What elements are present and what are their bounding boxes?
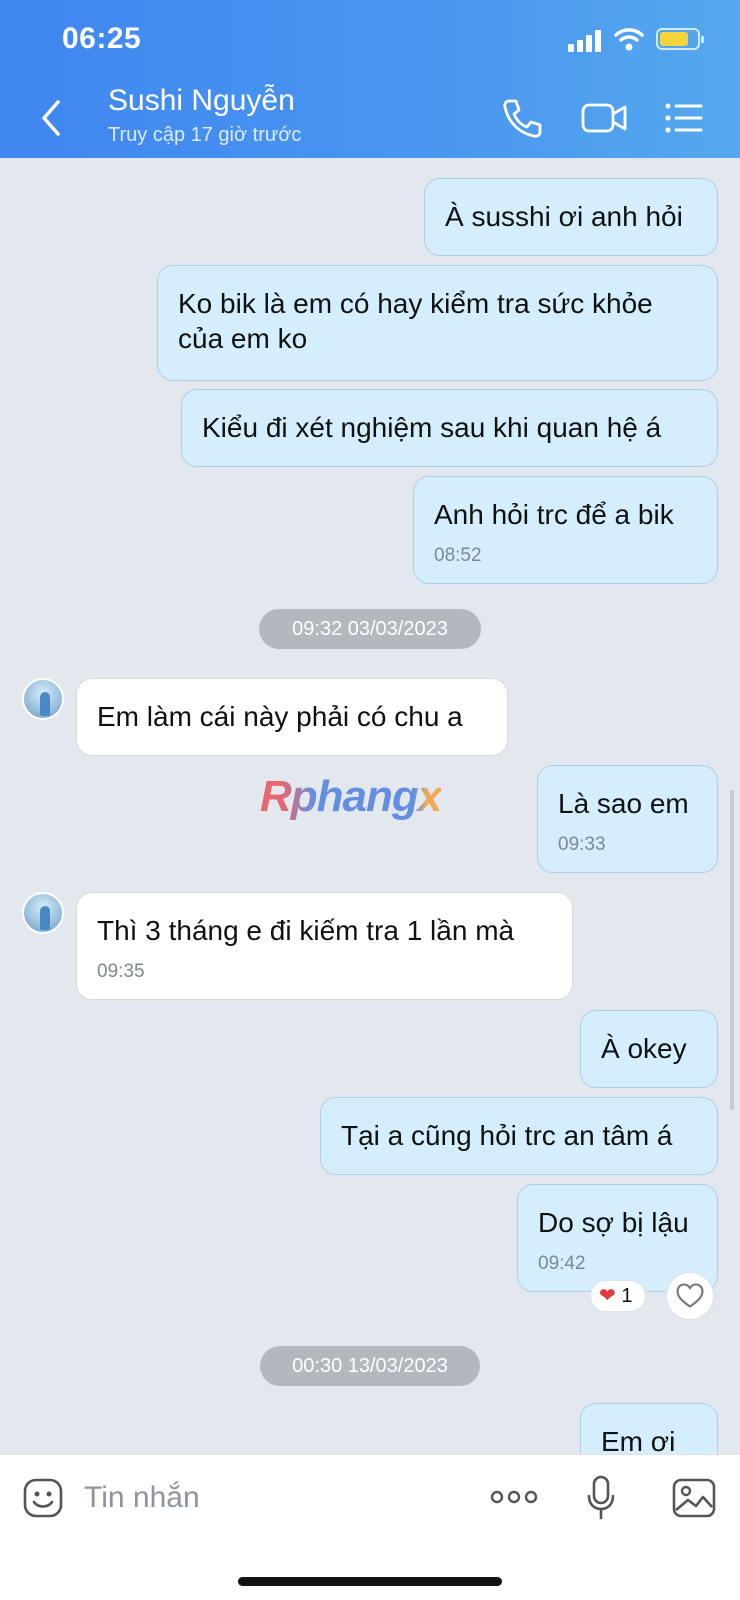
- message-time: 09:42: [538, 1253, 586, 1274]
- message-text: À okey: [601, 1033, 687, 1064]
- reaction-badge[interactable]: ❤ 1: [590, 1280, 646, 1312]
- message-text: Ko bik là em có hay kiểm tra sức khỏe củ…: [178, 288, 653, 354]
- cellular-signal-icon: [568, 30, 602, 52]
- message-bubble[interactable]: Em làm cái này phải có chu a: [76, 678, 508, 756]
- date-separator: 00:30 13/03/2023: [260, 1346, 480, 1386]
- contact-last-seen: Truy cập 17 giờ trước: [108, 124, 302, 146]
- microphone-icon[interactable]: [586, 1475, 616, 1521]
- message-text: Kiểu đi xét nghiệm sau khi quan hệ á: [202, 412, 662, 443]
- chat-header: 06:25 Sushi Nguyễn Truy cập 17 giờ trước: [0, 0, 740, 158]
- message-bubble[interactable]: À okey: [580, 1010, 718, 1088]
- message-text: Anh hỏi trc để a bik: [434, 499, 674, 530]
- message-time: 08:52: [434, 545, 482, 566]
- message-text: Em làm cái này phải có chu a: [97, 701, 463, 732]
- list-menu-icon[interactable]: [664, 96, 704, 140]
- message-list[interactable]: À susshi ơi anh hỏi Ko bik là em có hay …: [0, 158, 740, 1454]
- contact-name[interactable]: Sushi Nguyễn: [108, 84, 295, 118]
- message-text: Thì 3 tháng e đi kiếm tra 1 lần mà: [97, 915, 515, 946]
- avatar[interactable]: [22, 892, 64, 934]
- message-bubble[interactable]: Là sao em 09:33: [537, 765, 718, 873]
- message-time: 09:35: [97, 961, 145, 982]
- message-bubble[interactable]: Anh hỏi trc để a bik 08:52: [413, 476, 718, 584]
- message-time: 09:33: [558, 834, 606, 855]
- message-text: Là sao em: [558, 788, 689, 819]
- message-bubble[interactable]: Em ơi: [580, 1403, 718, 1454]
- date-separator: 09:32 03/03/2023: [259, 609, 481, 649]
- video-camera-icon[interactable]: [580, 96, 628, 140]
- message-input[interactable]: [84, 1473, 464, 1523]
- message-text: Do sợ bị lậu: [538, 1207, 689, 1238]
- scrollbar[interactable]: [730, 790, 734, 1110]
- message-bubble[interactable]: À susshi ơi anh hỏi: [424, 178, 718, 256]
- heart-reaction-icon: ❤: [599, 1285, 616, 1307]
- image-icon[interactable]: [672, 1477, 716, 1519]
- wifi-icon: [614, 28, 644, 51]
- more-dots-icon[interactable]: [490, 1485, 538, 1509]
- reaction-count: 1: [621, 1285, 633, 1307]
- message-input-bar: [0, 1454, 740, 1600]
- avatar[interactable]: [22, 678, 64, 720]
- watermark-logo: Rphangx: [260, 772, 442, 821]
- sticker-face-icon[interactable]: [22, 1477, 64, 1519]
- message-bubble[interactable]: Tại a cũng hỏi trc an tâm á: [320, 1097, 718, 1175]
- message-bubble[interactable]: Kiểu đi xét nghiệm sau khi quan hệ á: [181, 389, 718, 467]
- message-text: Em ơi: [601, 1426, 676, 1454]
- home-indicator: [238, 1577, 502, 1586]
- back-button[interactable]: [34, 96, 70, 140]
- battery-icon: [656, 28, 704, 50]
- message-text: Tại a cũng hỏi trc an tâm á: [341, 1120, 673, 1151]
- phone-icon[interactable]: [500, 96, 544, 140]
- message-text: À susshi ơi anh hỏi: [445, 201, 683, 232]
- message-bubble[interactable]: Thì 3 tháng e đi kiếm tra 1 lần mà 09:35: [76, 892, 573, 1000]
- message-bubble[interactable]: Ko bik là em có hay kiểm tra sức khỏe củ…: [157, 265, 718, 381]
- status-time: 06:25: [62, 22, 142, 55]
- heart-outline-icon[interactable]: [666, 1272, 714, 1320]
